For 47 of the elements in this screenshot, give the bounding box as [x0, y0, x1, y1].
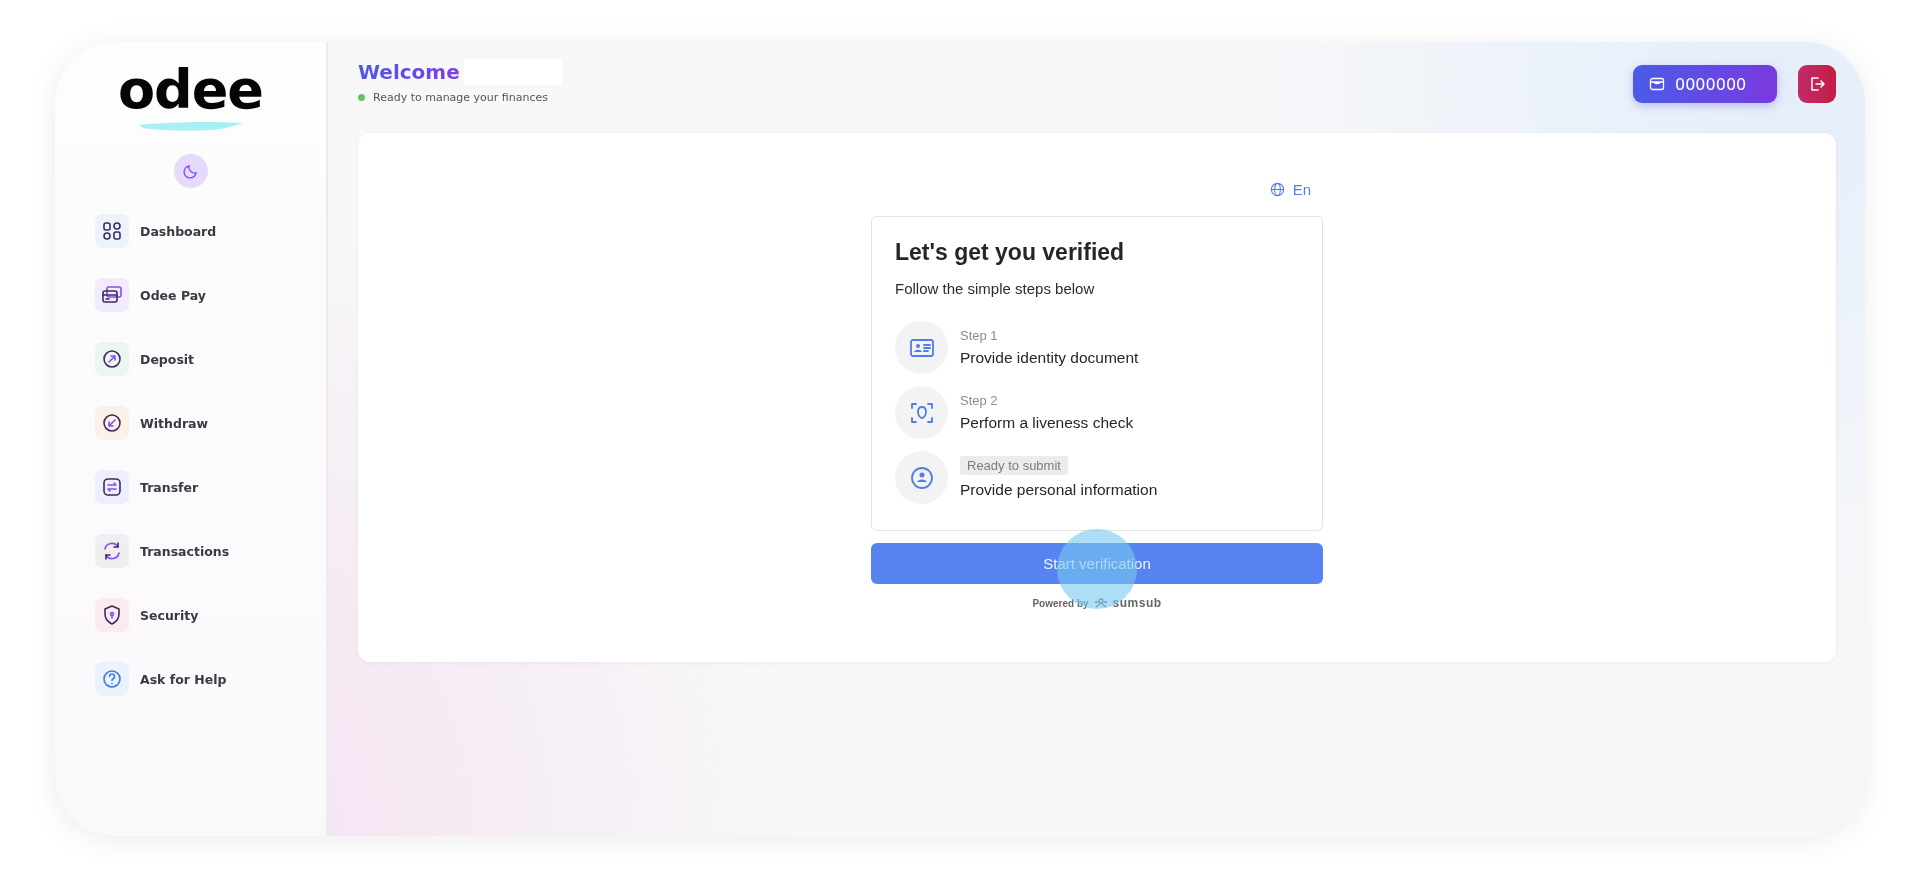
language-button[interactable]: En [1269, 177, 1311, 201]
nav-item[interactable]: Ask for Help [95, 662, 326, 696]
nav-label: Transactions [140, 543, 230, 559]
status-dot [358, 94, 365, 101]
refresh-icon [101, 540, 123, 562]
shield-icon [101, 604, 123, 626]
nav-label: Deposit [140, 351, 195, 367]
card-subtitle: Follow the simple steps below [895, 280, 1096, 297]
user-circle-icon [908, 464, 935, 491]
nav-label: Security [140, 607, 199, 623]
balance-button[interactable]: 0000000 [1633, 65, 1777, 103]
logout-icon [1808, 75, 1826, 93]
logo: odee [118, 60, 263, 120]
step-title: Provide personal information [960, 481, 1158, 499]
nav-label: Withdraw [140, 415, 209, 431]
status-text: Ready to manage your finances [373, 91, 548, 104]
nav-item[interactable]: Withdraw [95, 406, 326, 440]
wallet-icon [1649, 76, 1665, 92]
step-label: Step 1 [960, 328, 999, 343]
nav-item[interactable]: Security [95, 598, 326, 632]
nav-item[interactable]: Deposit [95, 342, 326, 376]
nav-label: Ask for Help [140, 671, 227, 687]
nav-label: Transfer [140, 479, 199, 495]
logout-button[interactable] [1798, 65, 1836, 103]
step-label: Step 2 [960, 393, 999, 408]
nav-label: Dashboard [140, 223, 217, 239]
step-title: Perform a liveness check [960, 414, 1134, 432]
provider-logo-icon [1093, 598, 1108, 608]
globe-icon [1269, 181, 1285, 197]
moon-icon [182, 163, 199, 179]
dashboard-icon [101, 220, 123, 242]
nav-item[interactable]: Transactions [95, 534, 326, 568]
card-title: Let's get you verified [895, 239, 1126, 266]
step-title: Provide identity document [960, 349, 1139, 367]
card-icon [101, 284, 123, 306]
status-badge: Ready to submit [960, 456, 1068, 475]
arrow-up-right-circle-icon [101, 348, 123, 370]
nav-item[interactable]: Dashboard [95, 214, 326, 248]
theme-toggle[interactable] [173, 154, 208, 188]
arrow-down-left-circle-icon [101, 412, 123, 434]
provider-name: sumsub [1112, 596, 1162, 610]
help-icon [101, 668, 123, 690]
transfer-icon [101, 476, 123, 498]
powered-by-text: Powered by [1032, 597, 1089, 609]
nav-item[interactable]: Transfer [95, 470, 326, 504]
nav-label: Odee Pay [140, 287, 206, 303]
nav-item[interactable]: Odee Pay [95, 278, 326, 312]
